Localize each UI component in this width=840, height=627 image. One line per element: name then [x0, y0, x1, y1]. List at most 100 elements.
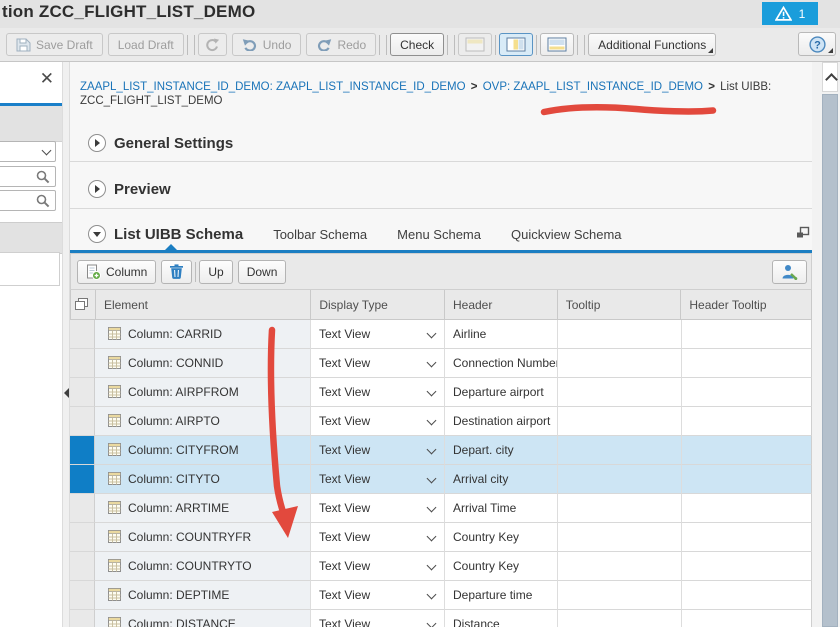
tooltip-cell[interactable] [558, 552, 682, 581]
table-row[interactable]: Column: CITYTO Text View Arrival city [70, 465, 812, 494]
add-column-button[interactable]: Column [77, 259, 157, 284]
check-button[interactable]: Check [390, 33, 445, 56]
row-selector[interactable] [70, 610, 95, 627]
undo-button[interactable]: Undo [231, 33, 302, 56]
table-row[interactable]: Column: AIRPFROM Text View Departure airpo… [70, 378, 812, 407]
additional-functions-button[interactable]: Additional Functions [588, 33, 717, 56]
display-type-dropdown[interactable]: Text View [311, 610, 445, 627]
tooltip-cell[interactable] [558, 378, 682, 407]
scrollbar-thumb[interactable] [822, 94, 838, 627]
header-tooltip-cell[interactable] [682, 378, 812, 407]
element-cell[interactable]: Column: AIRPFROM [95, 378, 311, 407]
table-row[interactable]: Column: CARRID Text View Airline [70, 320, 812, 349]
column-header-header[interactable]: Header [445, 290, 558, 319]
header-cell[interactable]: Destination airport [445, 407, 558, 436]
header-tooltip-cell[interactable] [682, 552, 812, 581]
tooltip-cell[interactable] [558, 349, 682, 378]
element-cell[interactable]: Column: CITYFROM [95, 436, 311, 465]
table-row[interactable]: Column: CITYFROM Text View Depart. city [70, 436, 812, 465]
tab-toolbar-schema[interactable]: Toolbar Schema [273, 227, 367, 242]
select-all-header[interactable] [71, 290, 96, 319]
table-row[interactable]: Column: DISTANCE Text View Distance [70, 610, 812, 627]
header-cell[interactable]: Departure time [445, 581, 558, 610]
table-row[interactable]: Column: DEPTIME Text View Departure time [70, 581, 812, 610]
tooltip-cell[interactable] [558, 610, 682, 627]
tooltip-cell[interactable] [558, 465, 682, 494]
header-tooltip-cell[interactable] [682, 494, 812, 523]
close-icon[interactable]: ✕ [40, 70, 54, 87]
display-type-dropdown[interactable]: Text View [311, 320, 445, 349]
row-selector[interactable] [70, 436, 95, 465]
display-type-dropdown[interactable]: Text View [311, 349, 445, 378]
panel-list-item[interactable] [0, 252, 60, 286]
header-tooltip-cell[interactable] [682, 610, 812, 627]
detach-window-icon[interactable] [796, 226, 810, 242]
table-row[interactable]: Column: CONNID Text View Connection Number [70, 349, 812, 378]
header-cell[interactable]: Depart. city [445, 436, 558, 465]
element-cell[interactable]: Column: COUNTRYTO [95, 552, 311, 581]
layout-top-pane-button[interactable] [458, 33, 493, 56]
element-cell[interactable]: Column: CITYTO [95, 465, 311, 494]
scrollbar-up-button[interactable] [822, 62, 838, 92]
collapse-left-icon[interactable] [64, 388, 69, 398]
refresh-button[interactable] [197, 33, 227, 56]
redo-button[interactable]: Redo [306, 33, 377, 56]
tooltip-cell[interactable] [558, 494, 682, 523]
header-cell[interactable]: Country Key [445, 523, 558, 552]
table-row[interactable]: Column: COUNTRYTO Text View Country Key [70, 552, 812, 581]
header-tooltip-cell[interactable] [682, 465, 812, 494]
display-type-dropdown[interactable]: Text View [311, 494, 445, 523]
row-selector[interactable] [70, 523, 95, 552]
table-row[interactable]: Column: ARRTIME Text View Arrival Time [70, 494, 812, 523]
tooltip-cell[interactable] [558, 581, 682, 610]
column-header-element[interactable]: Element [96, 290, 312, 319]
load-draft-button[interactable]: Load Draft [107, 33, 184, 56]
display-type-dropdown[interactable]: Text View [311, 552, 445, 581]
layout-bottom-pane-button[interactable] [540, 33, 575, 56]
header-cell[interactable]: Country Key [445, 552, 558, 581]
display-type-dropdown[interactable]: Text View [311, 523, 445, 552]
row-selector[interactable] [70, 320, 95, 349]
panel-search-input-2[interactable] [0, 190, 56, 211]
row-selector[interactable] [70, 494, 95, 523]
display-type-dropdown[interactable]: Text View [311, 407, 445, 436]
row-selector[interactable] [70, 349, 95, 378]
move-up-button[interactable]: Up [199, 259, 233, 284]
element-cell[interactable]: Column: DISTANCE [95, 610, 311, 627]
expand-section-button[interactable] [88, 180, 106, 198]
row-selector[interactable] [70, 581, 95, 610]
column-header-header-tooltip[interactable]: Header Tooltip [681, 290, 811, 319]
element-cell[interactable]: Column: CONNID [95, 349, 311, 378]
panel-splitter[interactable] [62, 62, 70, 627]
element-cell[interactable]: Column: DEPTIME [95, 581, 311, 610]
element-cell[interactable]: Column: CARRID [95, 320, 311, 349]
tooltip-cell[interactable] [558, 320, 682, 349]
column-header-tooltip[interactable]: Tooltip [558, 290, 682, 319]
row-selector[interactable] [70, 552, 95, 581]
display-type-dropdown[interactable]: Text View [311, 436, 445, 465]
panel-search-input[interactable] [0, 166, 56, 187]
tooltip-cell[interactable] [558, 407, 682, 436]
tab-menu-schema[interactable]: Menu Schema [397, 227, 481, 242]
save-draft-button[interactable]: Save Draft [6, 33, 103, 56]
table-row[interactable]: Column: AIRPTO Text View Destination airpo… [70, 407, 812, 436]
row-selector[interactable] [70, 465, 95, 494]
display-type-dropdown[interactable]: Text View [311, 378, 445, 407]
tab-list-uibb-schema[interactable]: List UIBB Schema [114, 226, 243, 243]
display-type-dropdown[interactable]: Text View [311, 465, 445, 494]
column-header-display-type[interactable]: Display Type [311, 290, 445, 319]
display-type-dropdown[interactable]: Text View [311, 581, 445, 610]
header-cell[interactable]: Airline [445, 320, 558, 349]
tooltip-cell[interactable] [558, 523, 682, 552]
header-tooltip-cell[interactable] [682, 436, 812, 465]
element-cell[interactable]: Column: ARRTIME [95, 494, 311, 523]
header-cell[interactable]: Arrival city [445, 465, 558, 494]
collapse-section-button[interactable] [88, 225, 106, 243]
row-selector[interactable] [70, 407, 95, 436]
table-row[interactable]: Column: COUNTRYFR Text View Country Key [70, 523, 812, 552]
breadcrumb-link-instance[interactable]: ZAAPL_LIST_INSTANCE_ID_DEMO: ZAAPL_LIST_… [80, 81, 466, 93]
header-cell[interactable]: Departure airport [445, 378, 558, 407]
header-tooltip-cell[interactable] [682, 581, 812, 610]
personalization-button[interactable] [772, 260, 807, 284]
tab-quickview-schema[interactable]: Quickview Schema [511, 227, 622, 242]
